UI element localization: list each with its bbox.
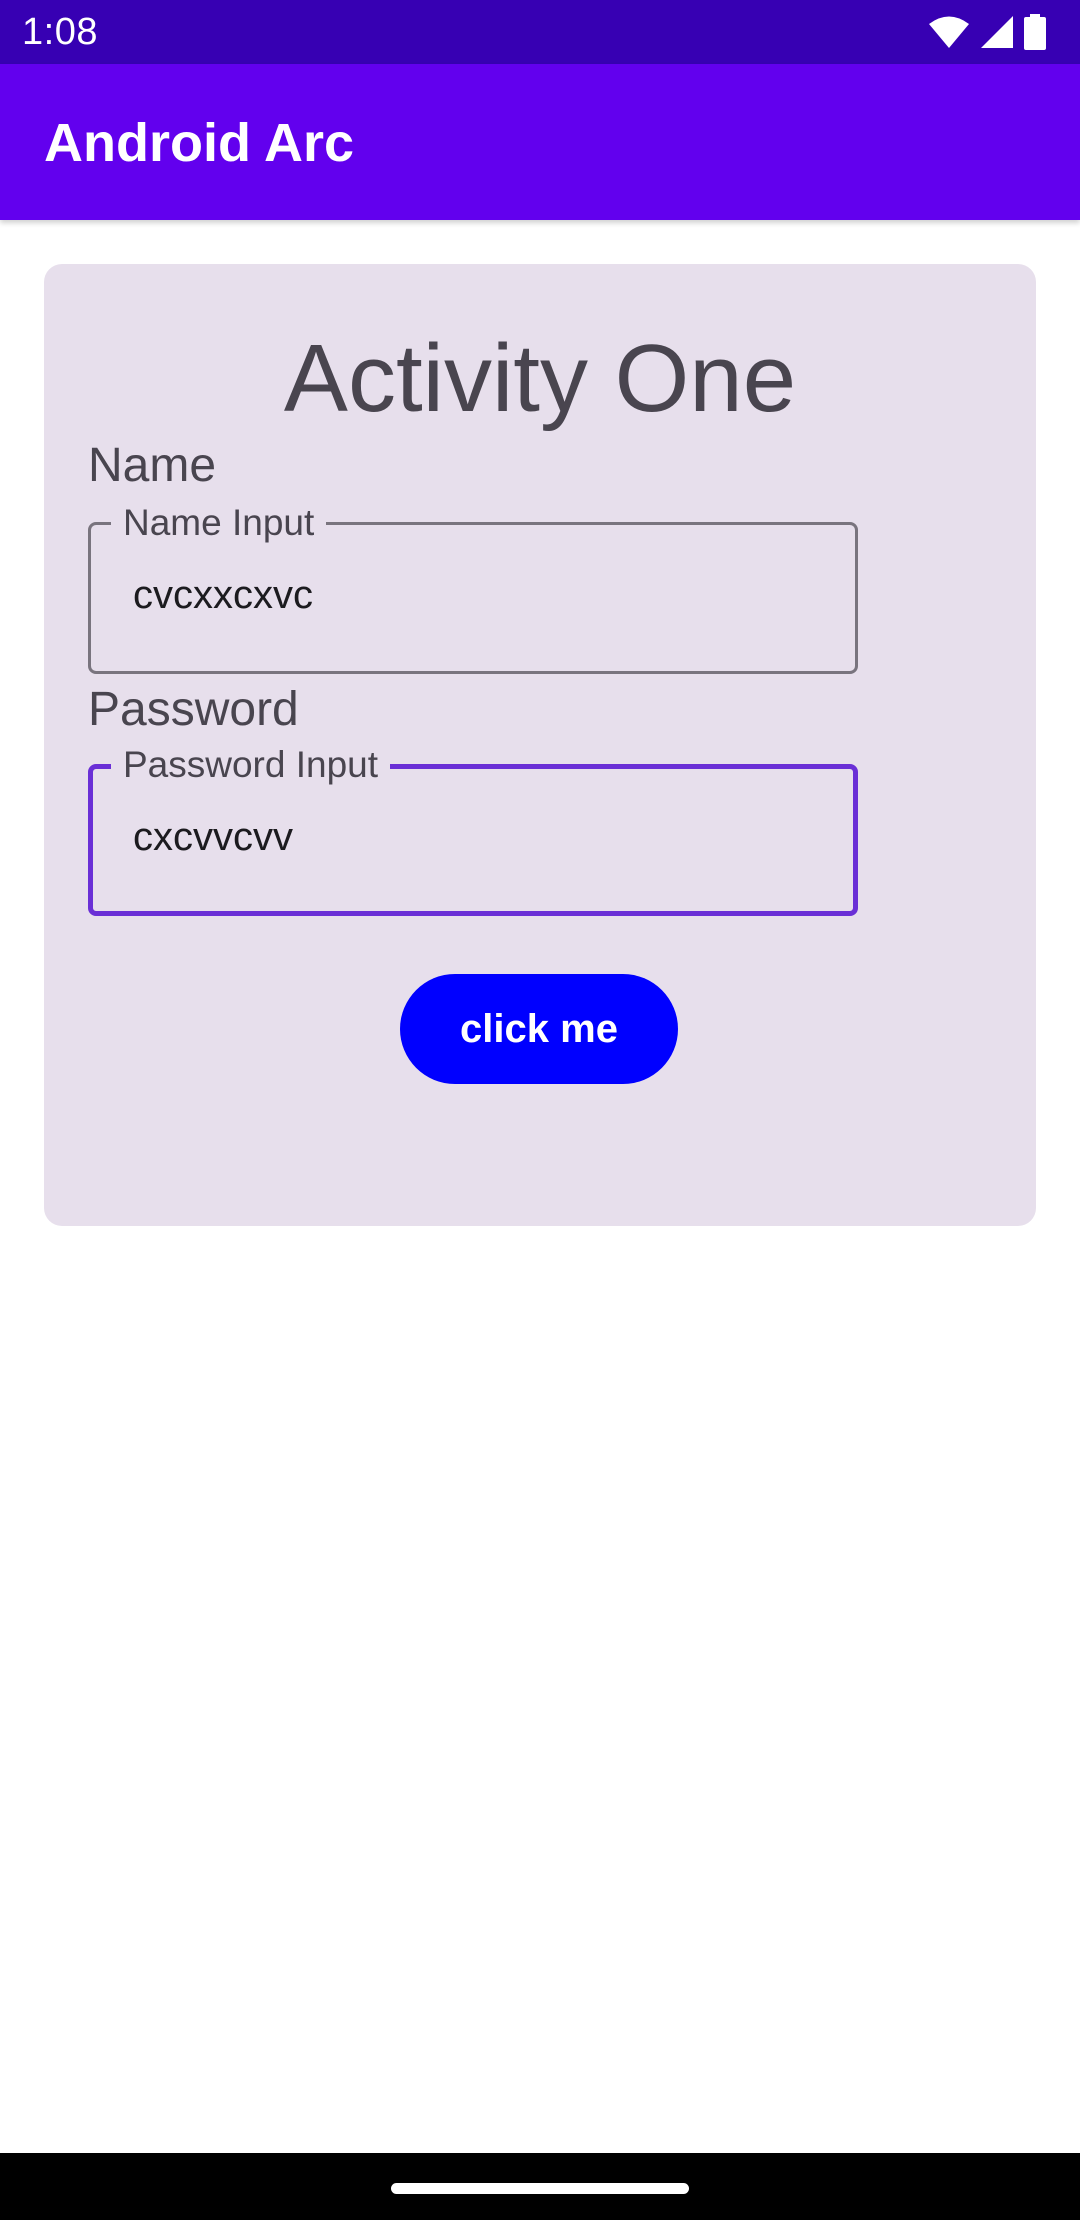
status-bar: 1:08 [0,0,1080,64]
name-input-floating-label: Name Input [111,501,327,545]
password-input-floating-label: Password Input [111,743,391,787]
password-input[interactable]: Password Input cxcvvcvv [88,743,858,916]
name-input[interactable]: Name Input cvcxxcxvc [88,501,858,674]
form-card: Activity One Name Name Input cvcxxcxvc P… [44,264,1036,1226]
name-input-value: cvcxxcxvc [133,573,313,617]
cellular-signal-icon [980,15,1014,49]
app-bar: Android Arc [0,64,1080,220]
navigation-bar [0,2153,1080,2220]
wifi-icon [928,15,970,49]
page-title: Activity One [283,325,797,432]
status-time: 1:08 [22,11,98,53]
battery-icon [1024,14,1046,50]
password-input-value: cxcvvcvv [133,815,293,859]
app-title: Android Arc [44,113,354,173]
status-icons [928,14,1046,50]
click-me-button[interactable]: click me [400,974,678,1084]
name-label: Name [88,439,217,492]
password-label: Password [88,683,299,736]
home-handle[interactable] [391,2183,689,2194]
